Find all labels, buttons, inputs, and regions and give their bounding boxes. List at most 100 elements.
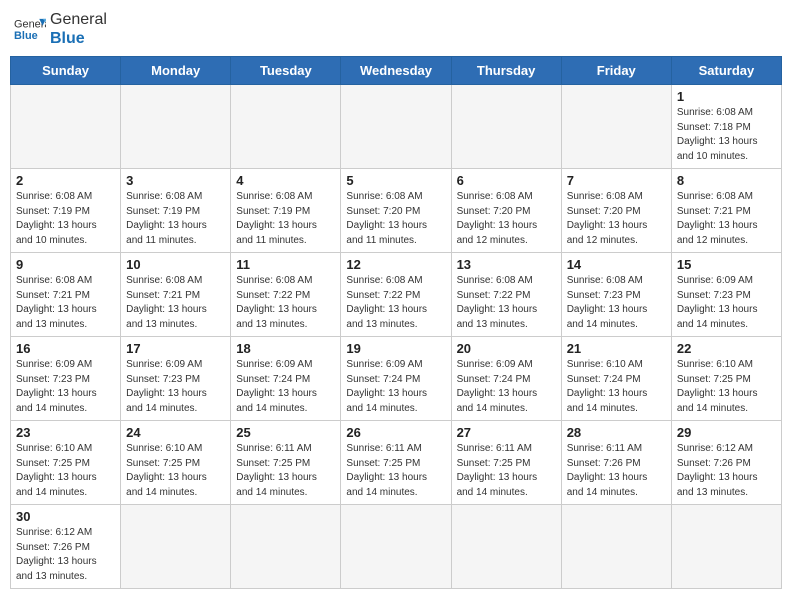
day-cell	[231, 85, 341, 169]
day-number: 27	[457, 425, 556, 440]
week-row-5: 23Sunrise: 6:10 AM Sunset: 7:25 PM Dayli…	[11, 421, 782, 505]
day-info: Sunrise: 6:08 AM Sunset: 7:22 PM Dayligh…	[236, 274, 335, 332]
day-number: 13	[457, 257, 556, 272]
day-cell	[561, 505, 671, 589]
day-cell: 10 Sunrise: 6:08 AM Sunset: 7:21 PM Dayli…	[121, 253, 231, 337]
day-number: 1	[677, 89, 776, 104]
day-cell: 24Sunrise: 6:10 AM Sunset: 7:25 PM Dayli…	[121, 421, 231, 505]
day-cell: 13 Sunrise: 6:08 AM Sunset: 7:22 PM Dayli…	[451, 253, 561, 337]
day-info: Sunrise: 6:11 AM Sunset: 7:26 PM Dayligh…	[567, 442, 666, 500]
day-cell: 28 Sunrise: 6:11 AM Sunset: 7:26 PM Dayli…	[561, 421, 671, 505]
day-info: Sunrise: 6:08 AM Sunset: 7:19 PM Dayligh…	[16, 190, 115, 248]
day-number: 9	[16, 257, 115, 272]
day-number: 18	[236, 341, 335, 356]
day-cell: 12Sunrise: 6:08 AM Sunset: 7:22 PM Dayli…	[341, 253, 451, 337]
day-number: 5	[346, 173, 445, 188]
day-number: 26	[346, 425, 445, 440]
day-info: Sunrise: 6:08 AM Sunset: 7:20 PM Dayligh…	[346, 190, 445, 248]
day-info: Sunrise: 6:08 AM Sunset: 7:21 PM Dayligh…	[16, 274, 115, 332]
calendar-page: General Blue General Blue SundayMondayTu…	[0, 0, 792, 599]
day-cell: 22 Sunrise: 6:10 AM Sunset: 7:25 PM Dayli…	[671, 337, 781, 421]
weekday-header-wednesday: Wednesday	[341, 57, 451, 85]
day-number: 28	[567, 425, 666, 440]
day-cell: 29 Sunrise: 6:12 AM Sunset: 7:26 PM Dayli…	[671, 421, 781, 505]
day-number: 6	[457, 173, 556, 188]
day-cell: 5 Sunrise: 6:08 AM Sunset: 7:20 PM Daylig…	[341, 169, 451, 253]
week-row-6: 30Sunrise: 6:12 AM Sunset: 7:26 PM Dayli…	[11, 505, 782, 589]
week-row-3: 9 Sunrise: 6:08 AM Sunset: 7:21 PM Daylig…	[11, 253, 782, 337]
logo-general: General	[50, 10, 107, 29]
svg-text:Blue: Blue	[14, 30, 38, 42]
day-info: Sunrise: 6:08 AM Sunset: 7:23 PM Dayligh…	[567, 274, 666, 332]
day-info: Sunrise: 6:08 AM Sunset: 7:18 PM Dayligh…	[677, 106, 776, 164]
day-info: Sunrise: 6:12 AM Sunset: 7:26 PM Dayligh…	[677, 442, 776, 500]
day-info: Sunrise: 6:10 AM Sunset: 7:25 PM Dayligh…	[16, 442, 115, 500]
day-cell: 18Sunrise: 6:09 AM Sunset: 7:24 PM Dayli…	[231, 337, 341, 421]
day-cell	[121, 505, 231, 589]
day-cell	[451, 85, 561, 169]
day-info: Sunrise: 6:11 AM Sunset: 7:25 PM Dayligh…	[457, 442, 556, 500]
day-cell: 20 Sunrise: 6:09 AM Sunset: 7:24 PM Dayli…	[451, 337, 561, 421]
day-info: Sunrise: 6:12 AM Sunset: 7:26 PM Dayligh…	[16, 526, 115, 584]
day-cell: 17 Sunrise: 6:09 AM Sunset: 7:23 PM Dayli…	[121, 337, 231, 421]
weekday-header-monday: Monday	[121, 57, 231, 85]
day-number: 11	[236, 257, 335, 272]
day-number: 22	[677, 341, 776, 356]
week-row-1: 1 Sunrise: 6:08 AM Sunset: 7:18 PM Daylig…	[11, 85, 782, 169]
day-number: 25	[236, 425, 335, 440]
day-info: Sunrise: 6:09 AM Sunset: 7:23 PM Dayligh…	[16, 358, 115, 416]
day-info: Sunrise: 6:08 AM Sunset: 7:22 PM Dayligh…	[457, 274, 556, 332]
day-info: Sunrise: 6:09 AM Sunset: 7:23 PM Dayligh…	[126, 358, 225, 416]
day-number: 29	[677, 425, 776, 440]
weekday-header-saturday: Saturday	[671, 57, 781, 85]
day-cell: 21Sunrise: 6:10 AM Sunset: 7:24 PM Dayli…	[561, 337, 671, 421]
day-number: 16	[16, 341, 115, 356]
day-number: 24	[126, 425, 225, 440]
day-cell	[11, 85, 121, 169]
day-cell: 27 Sunrise: 6:11 AM Sunset: 7:25 PM Dayli…	[451, 421, 561, 505]
day-info: Sunrise: 6:08 AM Sunset: 7:20 PM Dayligh…	[567, 190, 666, 248]
day-number: 8	[677, 173, 776, 188]
day-number: 21	[567, 341, 666, 356]
day-info: Sunrise: 6:11 AM Sunset: 7:25 PM Dayligh…	[346, 442, 445, 500]
day-number: 20	[457, 341, 556, 356]
logo: General Blue General Blue	[14, 10, 107, 48]
day-number: 4	[236, 173, 335, 188]
day-info: Sunrise: 6:08 AM Sunset: 7:19 PM Dayligh…	[236, 190, 335, 248]
day-cell: 25Sunrise: 6:11 AM Sunset: 7:25 PM Dayli…	[231, 421, 341, 505]
day-info: Sunrise: 6:08 AM Sunset: 7:19 PM Dayligh…	[126, 190, 225, 248]
day-cell: 19Sunrise: 6:09 AM Sunset: 7:24 PM Dayli…	[341, 337, 451, 421]
day-info: Sunrise: 6:09 AM Sunset: 7:24 PM Dayligh…	[457, 358, 556, 416]
day-cell: 8 Sunrise: 6:08 AM Sunset: 7:21 PM Daylig…	[671, 169, 781, 253]
weekday-header-row: SundayMondayTuesdayWednesdayThursdayFrid…	[11, 57, 782, 85]
day-cell	[561, 85, 671, 169]
day-number: 17	[126, 341, 225, 356]
day-info: Sunrise: 6:08 AM Sunset: 7:21 PM Dayligh…	[126, 274, 225, 332]
day-cell: 1 Sunrise: 6:08 AM Sunset: 7:18 PM Daylig…	[671, 85, 781, 169]
calendar-table: SundayMondayTuesdayWednesdayThursdayFrid…	[10, 56, 782, 589]
day-number: 10	[126, 257, 225, 272]
logo-icon: General Blue	[14, 15, 46, 43]
day-cell: 26 Sunrise: 6:11 AM Sunset: 7:25 PM Dayli…	[341, 421, 451, 505]
weekday-header-tuesday: Tuesday	[231, 57, 341, 85]
day-cell: 3 Sunrise: 6:08 AM Sunset: 7:19 PM Daylig…	[121, 169, 231, 253]
day-cell: 11 Sunrise: 6:08 AM Sunset: 7:22 PM Dayli…	[231, 253, 341, 337]
day-cell	[341, 505, 451, 589]
day-cell	[231, 505, 341, 589]
day-cell: 30Sunrise: 6:12 AM Sunset: 7:26 PM Dayli…	[11, 505, 121, 589]
day-cell	[451, 505, 561, 589]
day-cell: 23Sunrise: 6:10 AM Sunset: 7:25 PM Dayli…	[11, 421, 121, 505]
day-number: 2	[16, 173, 115, 188]
day-number: 14	[567, 257, 666, 272]
day-number: 3	[126, 173, 225, 188]
day-number: 19	[346, 341, 445, 356]
weekday-header-friday: Friday	[561, 57, 671, 85]
weekday-header-thursday: Thursday	[451, 57, 561, 85]
day-cell: 2 Sunrise: 6:08 AM Sunset: 7:19 PM Daylig…	[11, 169, 121, 253]
day-info: Sunrise: 6:10 AM Sunset: 7:25 PM Dayligh…	[677, 358, 776, 416]
day-cell: 14 Sunrise: 6:08 AM Sunset: 7:23 PM Dayli…	[561, 253, 671, 337]
logo-blue: Blue	[50, 29, 107, 48]
day-cell	[121, 85, 231, 169]
day-number: 12	[346, 257, 445, 272]
day-info: Sunrise: 6:08 AM Sunset: 7:21 PM Dayligh…	[677, 190, 776, 248]
